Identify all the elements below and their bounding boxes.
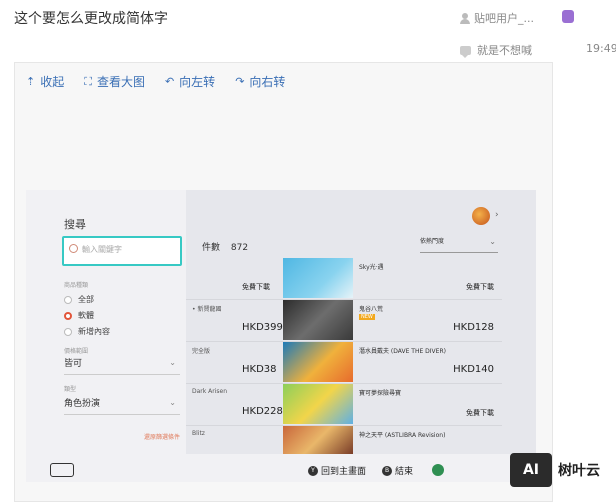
search-icon [69, 244, 78, 253]
right-price: HKD140 [453, 364, 494, 375]
radio-dot-selected [64, 311, 72, 320]
radio-dot [64, 327, 72, 336]
watermark-text: 树叶云 [558, 463, 600, 479]
search-title: 搜尋 [64, 218, 86, 231]
collapse-button[interactable]: ⇡ 收起 [26, 73, 64, 90]
radio-new-label: 新增內容 [78, 327, 110, 336]
home-hint[interactable]: Y 回到主畫面 [308, 464, 366, 477]
rotate-left-label: 向左转 [179, 75, 216, 89]
watermark-logo: AI [510, 453, 552, 487]
view-large-button[interactable]: ⛶ 查看大图 [84, 73, 145, 90]
list-item[interactable]: • 新賢龍國 HKD399 鬼谷八荒 NEW HKD128 [186, 300, 502, 342]
price-label: 價格範圍 [64, 348, 89, 355]
filter-label: 商品種類 [64, 282, 89, 289]
left-price: HKD228 [242, 406, 283, 417]
game-thumbnail [283, 384, 353, 424]
radio-all[interactable]: 全部 [64, 294, 94, 305]
list-item[interactable]: Dark Arisen HKD228 寶可夢探險尋寶 免費下載 [186, 384, 502, 426]
genre-value: 角色扮演 [64, 399, 101, 409]
new-badge: NEW [359, 314, 375, 320]
chevron-down-icon: ⌄ [489, 237, 496, 246]
count-label: 件數 [202, 243, 221, 253]
left-title: 完全版 [192, 348, 211, 355]
right-title: Sky光·遇 [359, 264, 384, 271]
post-time: 19:49 [586, 42, 616, 55]
author-info[interactable]: 贴吧用户_... [460, 10, 534, 26]
right-price: 免費下載 [466, 409, 494, 417]
console-bottom-bar [26, 454, 536, 482]
right-title: 潛水員戴夫 (DAVE THE DIVER) [359, 348, 446, 355]
reset-filters-link[interactable]: 還原篩選條件 [144, 432, 180, 441]
genre-select[interactable]: 角色扮演 ⌄ [64, 396, 180, 415]
avatar[interactable] [472, 207, 490, 225]
left-price: HKD399 [242, 322, 283, 333]
user-status-icon [432, 464, 444, 476]
list-item[interactable]: Blitz 神之天平 (ASTLIBRA Revision) [186, 426, 502, 454]
genre-label: 類型 [64, 386, 77, 393]
game-thumbnail [283, 258, 353, 298]
collapse-icon: ⇡ [26, 75, 36, 88]
level-badge-icon [562, 10, 574, 23]
right-title: 鬼谷八荒 [359, 306, 384, 313]
radio-software-label: 軟體 [78, 311, 94, 320]
view-large-label: 查看大图 [96, 75, 145, 89]
game-thumbnail [283, 342, 353, 382]
user-icon [460, 12, 470, 24]
radio-dot [64, 295, 72, 304]
screen-photo[interactable]: 搜尋 輸入關鍵字 商品種類 全部 軟體 新增內容 價格範圍 皆可 ⌄ 類型 角色… [26, 190, 536, 482]
game-thumbnail [283, 300, 353, 340]
post-title: 这个要怎么更改成简体字 [14, 11, 168, 27]
rotate-left-button[interactable]: ↶ 向左转 [165, 73, 215, 90]
rotate-right-icon: ↷ [235, 75, 245, 88]
radio-all-label: 全部 [78, 295, 94, 304]
right-price: HKD128 [453, 322, 494, 333]
image-toolbar: ⇡ 收起 ⛶ 查看大图 ↶ 向左转 ↷ 向右转 [26, 73, 285, 90]
reply-info: 就是不想喊 [460, 42, 532, 58]
sort-value: 依熱門度 [420, 238, 445, 245]
b-button-icon: B [382, 465, 392, 476]
left-title: • 新賢龍國 [192, 306, 222, 313]
end-hint[interactable]: B 結束 [382, 464, 413, 477]
left-price: HKD38 [242, 364, 277, 375]
radio-new[interactable]: 新增內容 [64, 326, 110, 337]
radio-software[interactable]: 軟體 [64, 310, 94, 321]
author-name[interactable]: 贴吧用户_... [474, 10, 534, 26]
expand-icon: ⛶ [84, 74, 92, 88]
reply-user[interactable]: 就是不想喊 [477, 42, 532, 58]
right-title: 寶可夢探險尋寶 [359, 390, 402, 397]
chevron-down-icon: ⌄ [169, 358, 176, 367]
price-value: 皆可 [64, 359, 83, 369]
left-title: Dark Arisen [192, 388, 228, 395]
game-thumbnail [283, 426, 353, 454]
list-item[interactable]: 完全版 HKD38 潛水員戴夫 (DAVE THE DIVER) HKD140 [186, 342, 502, 384]
sort-select[interactable]: 依熱門度 ⌄ [420, 236, 498, 253]
right-price: 免費下載 [466, 283, 494, 291]
y-button-icon: Y [308, 465, 318, 476]
rotate-left-icon: ↶ [164, 75, 175, 88]
right-title: 神之天平 (ASTLIBRA Revision) [359, 432, 446, 439]
list-item[interactable]: 免費下載 Sky光·遇 免費下載 [186, 258, 502, 300]
home-hint-label: 回到主畫面 [321, 467, 367, 477]
end-hint-label: 結束 [395, 467, 414, 477]
rotate-right-label: 向右转 [249, 75, 286, 89]
result-count: 件數 872 [202, 240, 248, 253]
chevron-right-icon: › [495, 210, 499, 220]
rotate-right-button[interactable]: ↷ 向右转 [235, 73, 285, 90]
comment-icon [460, 45, 471, 58]
chevron-down-icon: ⌄ [169, 398, 176, 407]
left-price: 免費下載 [242, 283, 270, 291]
price-select[interactable]: 皆可 ⌄ [64, 356, 180, 375]
left-title: Blitz [192, 430, 205, 437]
console-icon [50, 463, 74, 477]
watermark: AI 树叶云 [510, 453, 600, 487]
count-value: 872 [230, 243, 249, 253]
collapse-label: 收起 [40, 75, 65, 89]
search-input[interactable]: 輸入關鍵字 [62, 236, 182, 266]
search-placeholder: 輸入關鍵字 [82, 245, 122, 254]
